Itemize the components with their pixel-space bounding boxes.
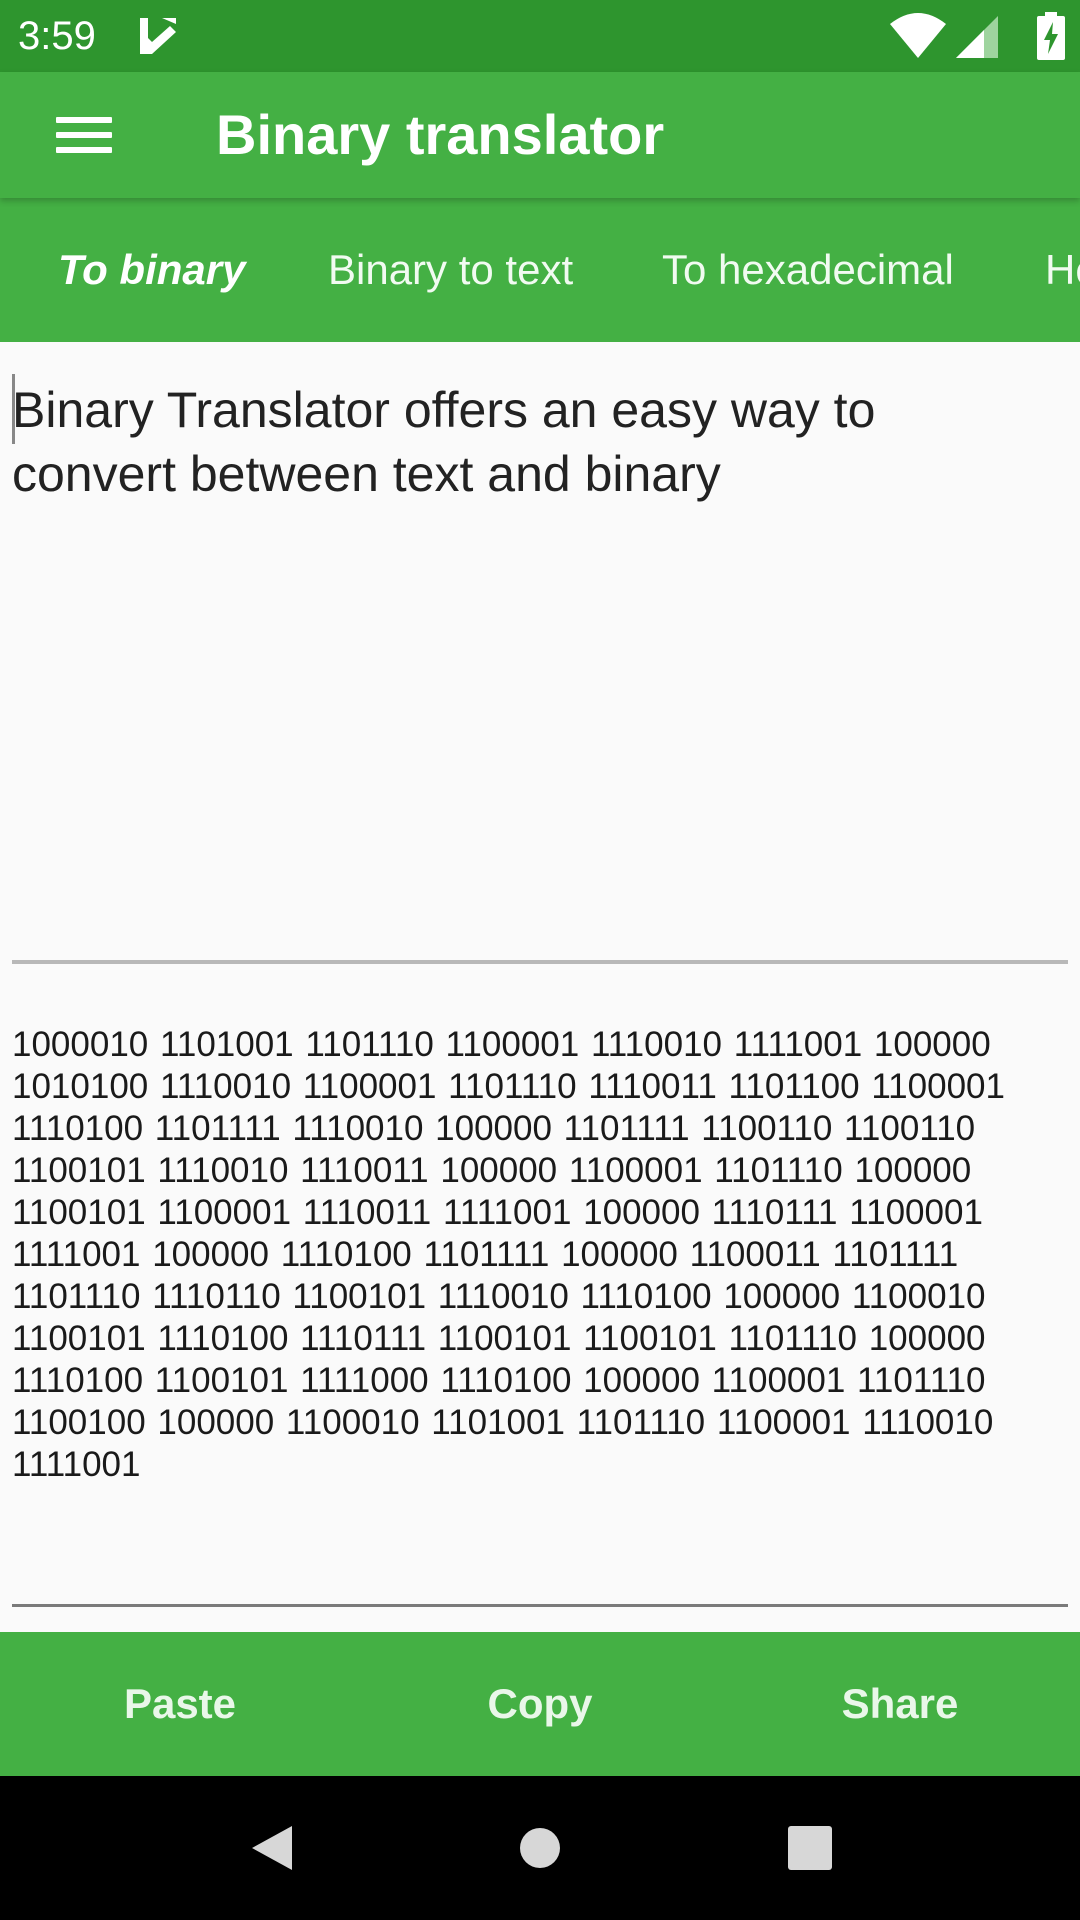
tab-to-hexadecimal[interactable]: To hexadecimal bbox=[662, 242, 954, 298]
copy-button[interactable]: Copy bbox=[360, 1632, 720, 1776]
status-time: 3:59 bbox=[18, 14, 96, 58]
action-bar: Paste Copy Share bbox=[0, 1632, 1080, 1776]
tab-to-binary[interactable]: To binary bbox=[58, 242, 245, 298]
status-bar: 3:59 bbox=[0, 0, 1080, 72]
system-nav-bar bbox=[0, 1776, 1080, 1920]
signal-icon bbox=[956, 16, 998, 58]
output-underline bbox=[12, 1604, 1068, 1607]
tab-binary-to-text[interactable]: Binary to text bbox=[328, 242, 573, 298]
tab-bar: To binary Binary to text To hexadecimal … bbox=[0, 198, 1080, 342]
paste-button[interactable]: Paste bbox=[0, 1632, 360, 1776]
back-icon[interactable] bbox=[238, 1816, 302, 1880]
binary-output-field[interactable]: 1000010 1101001 1101110 1100001 1110010 … bbox=[0, 964, 1080, 1604]
binary-output-text[interactable]: 1000010 1101001 1101110 1100001 1110010 … bbox=[12, 1024, 1072, 1486]
app-bar: Binary translator bbox=[0, 72, 1080, 198]
share-button[interactable]: Share bbox=[720, 1632, 1080, 1776]
tab-hex-partial[interactable]: He bbox=[1045, 242, 1080, 298]
text-input-field[interactable]: Binary Translator offers an easy way to … bbox=[0, 342, 1080, 960]
wifi-icon bbox=[890, 13, 946, 58]
hamburger-menu-icon[interactable] bbox=[40, 105, 130, 165]
notification-app-icon bbox=[140, 18, 176, 54]
battery-charging-icon bbox=[1037, 12, 1065, 60]
home-icon[interactable] bbox=[508, 1816, 572, 1880]
input-text[interactable]: Binary Translator offers an easy way to … bbox=[12, 378, 1052, 506]
app-title: Binary translator bbox=[216, 103, 665, 166]
recents-icon[interactable] bbox=[778, 1816, 842, 1880]
